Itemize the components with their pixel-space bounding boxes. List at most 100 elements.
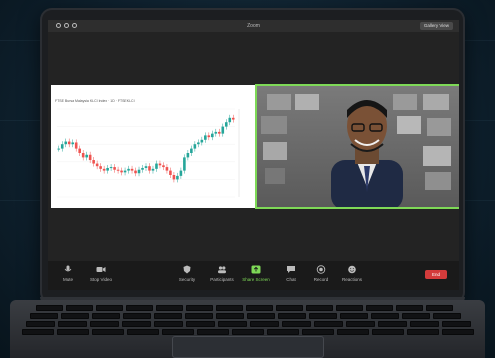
share-screen-button[interactable]: Share Screen — [238, 265, 274, 282]
keyboard-key[interactable] — [302, 329, 334, 335]
keyboard-key[interactable] — [26, 321, 55, 327]
candle — [137, 169, 141, 174]
keyboard-key[interactable] — [186, 305, 213, 311]
title-bar: Zoom Gallery View — [48, 20, 459, 32]
keyboard-key[interactable] — [90, 321, 119, 327]
reactions-button[interactable]: Reactions — [334, 265, 370, 282]
keyboard-key[interactable] — [276, 305, 303, 311]
keyboard-key[interactable] — [92, 329, 124, 335]
candle — [176, 175, 179, 180]
keyboard-key[interactable] — [314, 321, 343, 327]
keyboard-key[interactable] — [378, 321, 407, 327]
candle — [204, 135, 207, 140]
keyboard-key[interactable] — [346, 321, 375, 327]
candle — [88, 154, 92, 161]
keyboard-key[interactable] — [30, 313, 58, 319]
candle — [81, 153, 85, 158]
keyboard-key[interactable] — [337, 329, 369, 335]
participant-tile — [423, 146, 451, 166]
candle — [92, 160, 95, 164]
keyboard-key[interactable] — [57, 329, 89, 335]
candle — [144, 166, 148, 168]
candle — [186, 153, 190, 158]
keyboard-key[interactable] — [442, 321, 471, 327]
candle — [197, 142, 200, 145]
keyboard-key[interactable] — [410, 321, 439, 327]
keyboard-key[interactable] — [154, 313, 182, 319]
keyboard-key[interactable] — [156, 305, 183, 311]
keyboard-key[interactable] — [36, 305, 63, 311]
keyboard-key[interactable] — [186, 321, 215, 327]
candle — [64, 141, 68, 145]
candle — [116, 169, 120, 171]
keyboard-key[interactable] — [282, 321, 311, 327]
candle — [200, 139, 204, 143]
candle — [158, 163, 162, 166]
security-button[interactable]: Security — [169, 265, 205, 282]
keyboard-key[interactable] — [247, 313, 275, 319]
keyboard-key[interactable] — [58, 321, 87, 327]
keyboard-key[interactable] — [402, 313, 430, 319]
keyboard-key[interactable] — [306, 305, 333, 311]
keyboard-key[interactable] — [92, 313, 120, 319]
keyboard-key[interactable] — [250, 321, 279, 327]
mic-icon — [64, 265, 72, 272]
keyboard-key[interactable] — [123, 313, 151, 319]
keyboard-key[interactable] — [197, 329, 229, 335]
end-meeting-button[interactable]: End — [425, 270, 447, 279]
participant-tile — [267, 94, 291, 110]
keyboard-key[interactable] — [66, 305, 93, 311]
participants-button[interactable]: Participants — [204, 265, 240, 282]
keyboard-key[interactable] — [309, 313, 337, 319]
keyboard-key[interactable] — [22, 329, 54, 335]
candle — [155, 163, 158, 169]
gallery-view-button[interactable]: Gallery View — [419, 22, 453, 30]
chat-icon — [287, 266, 295, 273]
speaker-person — [331, 100, 403, 207]
candle — [141, 167, 144, 170]
keyboard-key[interactable] — [407, 329, 439, 335]
candle — [217, 131, 221, 134]
keyboard-key[interactable] — [232, 329, 264, 335]
keyboard-key[interactable] — [216, 313, 244, 319]
meeting-toolbar: Mute Stop Video Security Participants Sh… — [48, 261, 459, 290]
candle — [193, 144, 197, 149]
keyboard-key[interactable] — [433, 313, 461, 319]
keyboard-key[interactable] — [154, 321, 183, 327]
reactions-label: Reactions — [341, 277, 362, 282]
candle — [231, 117, 235, 120]
candle — [113, 167, 116, 170]
keyboard-key[interactable] — [267, 329, 299, 335]
keyboard-key[interactable] — [442, 329, 474, 335]
keyboard-key[interactable] — [336, 305, 363, 311]
keyboard-key[interactable] — [96, 305, 123, 311]
keyboard-key[interactable] — [216, 305, 243, 311]
keyboard-key[interactable] — [340, 313, 368, 319]
keyboard-key[interactable] — [278, 313, 306, 319]
mute-button[interactable]: Mute — [50, 265, 86, 282]
keyboard-key[interactable] — [426, 305, 453, 311]
candle — [179, 170, 183, 176]
record-icon — [316, 265, 326, 274]
keyboard-key[interactable] — [127, 329, 159, 335]
keyboard-key[interactable] — [162, 329, 194, 335]
keyboard-key[interactable] — [185, 313, 213, 319]
keyboard-key[interactable] — [61, 313, 89, 319]
price-chart — [57, 108, 240, 198]
keyboard-key[interactable] — [366, 305, 393, 311]
keyboard-key[interactable] — [246, 305, 273, 311]
trackpad[interactable] — [172, 336, 324, 358]
keyboard-key[interactable] — [126, 305, 153, 311]
keyboard-key[interactable] — [396, 305, 423, 311]
keyboard-key[interactable] — [122, 321, 151, 327]
shared-screen: FTSE Bursa Malaysia KLCI Index · 1D · FT… — [51, 85, 255, 208]
participant-tile — [423, 94, 449, 110]
stop-video-button[interactable]: Stop Video — [83, 265, 119, 282]
keyboard-key[interactable] — [371, 313, 399, 319]
window-title: Zoom — [247, 23, 260, 29]
keyboard-key[interactable] — [218, 321, 247, 327]
candle — [221, 126, 225, 134]
keyboard-key[interactable] — [372, 329, 404, 335]
candle — [102, 168, 106, 171]
candle — [151, 168, 155, 171]
